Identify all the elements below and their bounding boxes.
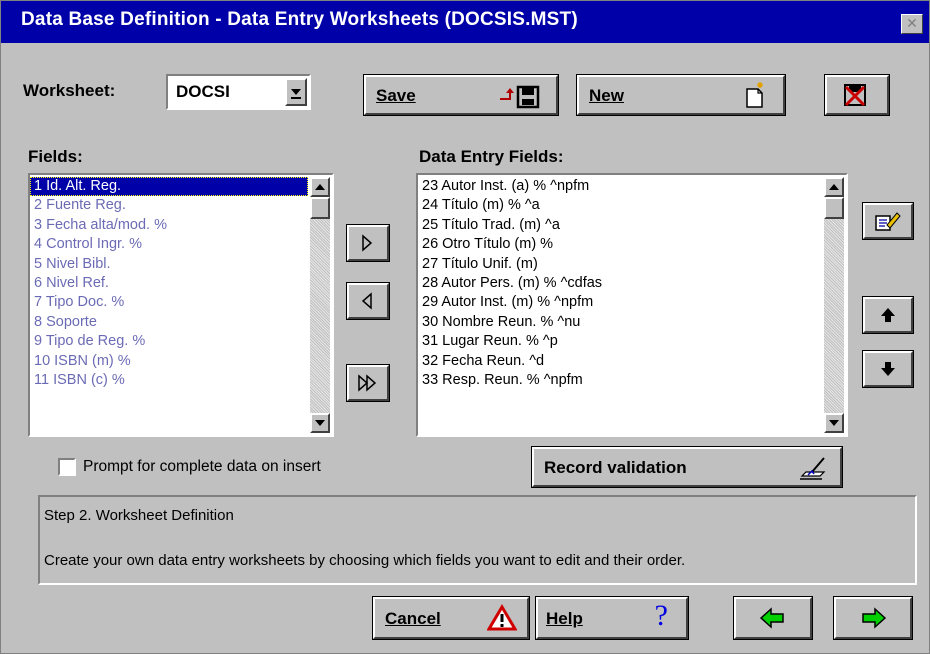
status-description: Create your own data entry worksheets by…: [44, 552, 686, 569]
cancel-button[interactable]: Cancel: [372, 596, 530, 640]
new-button[interactable]: New: [576, 74, 786, 116]
add-field-button[interactable]: [346, 224, 390, 262]
new-page-icon: [746, 82, 763, 108]
help-question-icon: ?: [654, 599, 668, 632]
list-item[interactable]: 6 Nivel Ref.: [30, 274, 308, 293]
list-item[interactable]: 4 Control Ingr. %: [30, 235, 308, 254]
list-item[interactable]: 5 Nivel Bibl.: [30, 255, 308, 274]
list-item[interactable]: 10 ISBN (m) %: [30, 352, 308, 371]
edit-icon: [875, 212, 901, 231]
list-item[interactable]: 9 Tipo de Reg. %: [30, 332, 308, 351]
entry-fields-list[interactable]: 23 Autor Inst. (a) % ^npfm 24 Título (m) …: [416, 173, 848, 437]
scroll-up-icon[interactable]: [310, 177, 330, 197]
title-bar[interactable]: Data Base Definition - Data Entry Worksh…: [1, 1, 929, 43]
delete-button[interactable]: [824, 74, 890, 116]
scroll-down-icon[interactable]: [824, 413, 844, 433]
list-item[interactable]: 28 Autor Pers. (m) % ^cdfas: [418, 274, 822, 293]
record-validation-button[interactable]: Record validation: [531, 446, 843, 488]
validate-pen-icon: [800, 457, 826, 480]
save-label: Save: [376, 86, 416, 105]
list-item[interactable]: 29 Autor Inst. (m) % ^npfm: [418, 293, 822, 312]
scroll-thumb[interactable]: [310, 197, 330, 219]
close-icon[interactable]: ✕: [901, 14, 923, 34]
window-title: Data Base Definition - Data Entry Worksh…: [21, 9, 578, 30]
next-button[interactable]: [833, 596, 913, 640]
scroll-thumb[interactable]: [824, 197, 844, 219]
dialog-window: Data Base Definition - Data Entry Worksh…: [0, 0, 930, 654]
help-label: Help: [546, 609, 583, 628]
warning-icon: [487, 604, 517, 631]
status-step: Step 2. Worksheet Definition: [44, 507, 234, 524]
list-item[interactable]: 24 Título (m) % ^a: [418, 196, 822, 215]
prompt-checkbox[interactable]: [58, 458, 76, 476]
fields-scrollbar[interactable]: [310, 177, 330, 433]
entry-fields-label: Data Entry Fields:: [419, 147, 564, 166]
edit-field-button[interactable]: [862, 202, 914, 240]
delete-icon: [844, 84, 866, 107]
arrow-left-icon: [361, 292, 372, 310]
arrow-up-icon: [881, 308, 895, 322]
next-arrow-icon: [862, 607, 887, 629]
list-item[interactable]: 33 Resp. Reun. % ^npfm: [418, 371, 822, 390]
list-item[interactable]: 11 ISBN (c) %: [30, 371, 308, 390]
fields-items: 1 Id. Alt. Reg. 2 Fuente Reg. 3 Fecha alta…: [30, 177, 308, 390]
record-validation-label: Record validation: [544, 458, 687, 477]
help-button[interactable]: Help ?: [535, 596, 689, 640]
entry-scrollbar[interactable]: [824, 177, 844, 433]
dropdown-arrow-icon[interactable]: [285, 78, 307, 106]
scroll-up-icon[interactable]: [824, 177, 844, 197]
list-item[interactable]: 7 Tipo Doc. %: [30, 293, 308, 312]
list-item[interactable]: 8 Soporte: [30, 313, 308, 332]
list-item[interactable]: 32 Fecha Reun. ^d: [418, 352, 822, 371]
worksheet-value: DOCSI: [176, 82, 230, 101]
back-button[interactable]: [733, 596, 813, 640]
list-item[interactable]: 31 Lugar Reun. % ^p: [418, 332, 822, 351]
list-item[interactable]: 27 Título Unif. (m): [418, 255, 822, 274]
new-label: New: [589, 86, 624, 105]
status-panel: Step 2. Worksheet Definition Create your…: [38, 495, 917, 585]
add-all-button[interactable]: [346, 364, 390, 402]
list-item[interactable]: 23 Autor Inst. (a) % ^npfm: [418, 177, 822, 196]
double-arrow-right-icon: [358, 374, 377, 392]
worksheet-label: Worksheet:: [23, 81, 116, 100]
list-item[interactable]: 1 Id. Alt. Reg.: [30, 177, 308, 197]
list-item[interactable]: 25 Título Trad. (m) ^a: [418, 216, 822, 235]
worksheet-dropdown[interactable]: DOCSI: [166, 74, 311, 110]
move-up-button[interactable]: [862, 296, 914, 334]
back-arrow-icon: [759, 607, 784, 629]
fields-label: Fields:: [28, 147, 83, 166]
fields-list[interactable]: 1 Id. Alt. Reg. 2 Fuente Reg. 3 Fecha alta…: [28, 173, 334, 437]
list-item[interactable]: 2 Fuente Reg.: [30, 196, 308, 215]
entry-items: 23 Autor Inst. (a) % ^npfm 24 Título (m) …: [418, 177, 822, 390]
scroll-down-icon[interactable]: [310, 413, 330, 433]
save-icon: [500, 85, 540, 109]
prompt-checkbox-label: Prompt for complete data on insert: [83, 458, 321, 475]
arrow-down-icon: [881, 362, 895, 376]
save-button[interactable]: Save: [363, 74, 559, 116]
cancel-label: Cancel: [385, 609, 441, 628]
arrow-right-icon: [362, 234, 373, 252]
list-item[interactable]: 30 Nombre Reun. % ^nu: [418, 313, 822, 332]
remove-field-button[interactable]: [346, 282, 390, 320]
list-item[interactable]: 3 Fecha alta/mod. %: [30, 216, 308, 235]
list-item[interactable]: 26 Otro Título (m) %: [418, 235, 822, 254]
move-down-button[interactable]: [862, 350, 914, 388]
